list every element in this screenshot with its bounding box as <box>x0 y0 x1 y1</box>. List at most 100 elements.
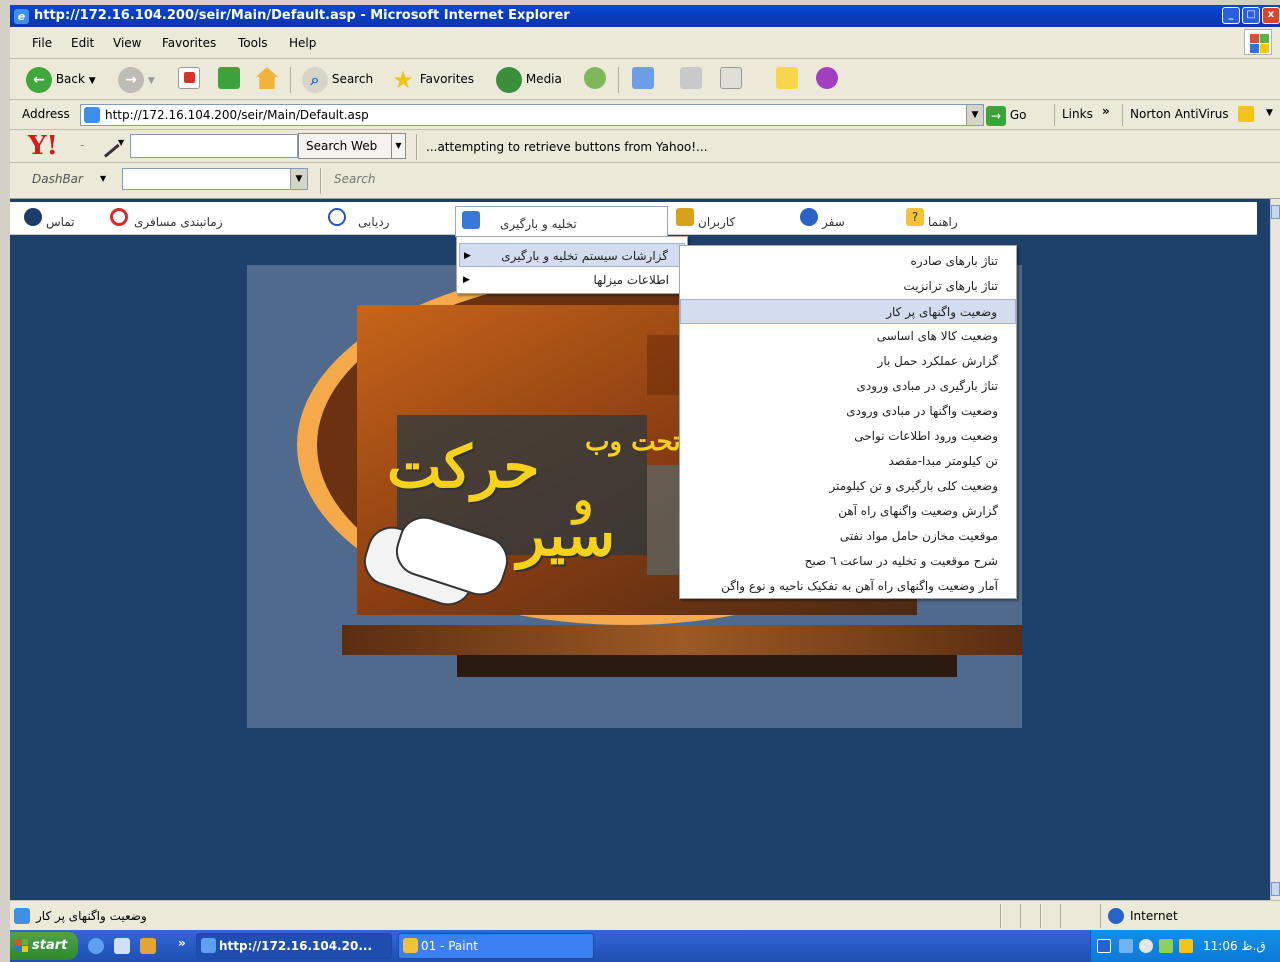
quicklaunch-chevron-icon[interactable]: » <box>178 936 186 950</box>
nav-contact[interactable]: تماس <box>24 202 84 235</box>
report-item[interactable]: تن کیلومتر مبدا-مقصد <box>680 449 1016 474</box>
norton-dropdown-icon[interactable]: ▼ <box>1266 108 1273 118</box>
menu-tools[interactable]: Tools <box>238 36 268 50</box>
taskbar-ie-button[interactable]: http://172.16.104.20... <box>196 933 392 959</box>
menu-item-table-info[interactable]: اطلاعات میزلها ▶ <box>459 268 685 292</box>
yahoo-search-input[interactable] <box>130 134 298 158</box>
quicklaunch-ie-icon[interactable] <box>88 938 104 954</box>
report-item[interactable]: وضعیت کالا های اساسی <box>680 324 1016 349</box>
forward-dropdown-icon[interactable]: ▼ <box>148 76 155 86</box>
mail-icon[interactable] <box>632 67 654 89</box>
links-label[interactable]: Links <box>1062 107 1093 121</box>
status-separator <box>1000 904 1001 928</box>
favorites-button[interactable]: ★ Favorites <box>390 65 474 93</box>
report-item[interactable]: وضعیت واگنها در مبادی ورودی <box>680 399 1016 424</box>
report-item-highlighted[interactable]: وضعیت واگنهای پر کار <box>680 299 1016 324</box>
banner-web-text: تحت وب <box>585 427 681 457</box>
window-title: http://172.16.104.200/seir/Main/Default.… <box>34 8 570 23</box>
report-item[interactable]: وضعیت کلی بارگیری و تن کیلومتر <box>680 474 1016 499</box>
refresh-icon[interactable] <box>218 67 240 89</box>
quicklaunch-desktop-icon[interactable] <box>114 938 130 954</box>
dashbar-label[interactable]: DashBar <box>32 172 83 186</box>
status-separator <box>1100 904 1101 928</box>
scroll-up-icon[interactable] <box>1271 205 1280 219</box>
site-navigation: تماس زمانبندی مسافری ردیابی تخلیه و بارگ… <box>10 202 1257 237</box>
stop-icon[interactable] <box>178 67 200 89</box>
dashbar-toolbar: DashBar ▼ ▼ Search <box>10 163 1280 199</box>
menu-favorites[interactable]: Favorites <box>162 36 216 50</box>
toolbar-separator <box>290 67 291 93</box>
taskbar-paint-button[interactable]: 01 - Paint <box>398 933 594 959</box>
print-icon[interactable] <box>680 67 702 89</box>
menu-edit[interactable]: Edit <box>71 36 94 50</box>
report-item[interactable]: وضعیت ورود اطلاعات نواحی <box>680 424 1016 449</box>
history-icon[interactable] <box>584 67 606 89</box>
maximize-button[interactable]: □ <box>1242 7 1260 24</box>
go-button[interactable]: → Go <box>986 104 1026 126</box>
report-item[interactable]: تناژ بارهای صادره <box>680 249 1016 274</box>
address-input[interactable]: http://172.16.104.200/seir/Main/Default.… <box>80 104 984 126</box>
menu-item-loading-reports[interactable]: گزارشات سیستم تخلیه و بارگیری ▶ <box>459 243 685 267</box>
norton-icon[interactable] <box>1238 106 1254 122</box>
dashbar-dropdown-icon[interactable]: ▼ <box>100 174 106 183</box>
media-button[interactable]: Media <box>496 65 562 93</box>
language-icon[interactable] <box>1097 939 1111 953</box>
report-item[interactable]: شرح موقعیت و تخلیه در ساعت ٦ صبح <box>680 549 1016 574</box>
yahoo-logo[interactable]: Y! <box>28 131 58 161</box>
nav-help-label: راهنما <box>928 215 958 229</box>
loading-icon <box>462 211 480 229</box>
norton-tray-icon[interactable] <box>1179 939 1193 953</box>
scroll-down-icon[interactable] <box>1271 882 1280 896</box>
yahoo-dash: - <box>80 138 85 152</box>
nav-users[interactable]: کاربران <box>676 202 756 235</box>
forward-button[interactable]: → ▼ <box>118 65 155 93</box>
favorites-label: Favorites <box>419 72 475 86</box>
menu-view[interactable]: View <box>113 36 141 50</box>
report-item[interactable]: تناژ بارهای ترانزیت <box>680 274 1016 299</box>
nav-passenger-schedule[interactable]: زمانبندی مسافری <box>110 202 250 235</box>
links-chevron-icon[interactable]: » <box>1102 104 1110 118</box>
nav-trip[interactable]: سفر <box>800 202 870 235</box>
nav-tracking[interactable]: ردیابی <box>328 202 408 235</box>
menu-help[interactable]: Help <box>289 36 316 50</box>
search-button[interactable]: ⌕ Search <box>302 65 373 93</box>
search-web-dropdown-icon[interactable]: ▼ <box>391 134 405 158</box>
toolbar-separator <box>1054 104 1055 126</box>
star-icon: ★ <box>392 65 414 94</box>
menu-file[interactable]: File <box>32 36 52 50</box>
network-icon[interactable] <box>1119 939 1133 953</box>
norton-label[interactable]: Norton AntiVirus <box>1130 107 1229 121</box>
nav-help[interactable]: ? راهنما <box>906 202 976 235</box>
back-dropdown-icon[interactable]: ▼ <box>89 76 96 86</box>
dashbar-search-button[interactable]: Search <box>334 172 376 186</box>
notes-icon[interactable] <box>776 67 798 89</box>
report-item[interactable]: گزارش عملکرد حمل بار <box>680 349 1016 374</box>
report-item[interactable]: آمار وضعیت واگنهای راه آهن به تفکیک ناحی… <box>680 574 1016 599</box>
pencil-icon[interactable] <box>94 132 120 158</box>
nav-loading-unloading[interactable]: تخلیه و بارگیری <box>455 206 668 237</box>
dashbar-input[interactable]: ▼ <box>122 168 308 190</box>
pencil-dropdown-icon[interactable]: ▼ <box>118 138 124 147</box>
address-url: http://172.16.104.200/seir/Main/Default.… <box>105 108 369 122</box>
report-item[interactable]: گزارش وضعیت واگنهای راه آهن <box>680 499 1016 524</box>
users-icon <box>676 208 694 226</box>
back-button[interactable]: ← Back ▼ <box>26 65 96 93</box>
vertical-scrollbar[interactable] <box>1270 199 1280 900</box>
messenger-icon[interactable] <box>816 67 838 89</box>
close-button[interactable]: x <box>1262 7 1280 24</box>
yahoo-status-text: ...attempting to retrieve buttons from Y… <box>426 140 708 154</box>
report-item[interactable]: موقعیت مخازن حامل مواد نفتی <box>680 524 1016 549</box>
address-bar: Address http://172.16.104.200/seir/Main/… <box>10 100 1280 130</box>
edit-icon[interactable] <box>720 67 742 89</box>
address-dropdown-icon[interactable]: ▼ <box>966 105 983 125</box>
quicklaunch-app-icon[interactable] <box>140 938 156 954</box>
volume-icon[interactable] <box>1139 939 1153 953</box>
tray-app-icon[interactable] <box>1159 939 1173 953</box>
minimize-button[interactable]: _ <box>1222 7 1240 24</box>
dashbar-input-dropdown-icon[interactable]: ▼ <box>290 169 307 189</box>
start-button[interactable]: start <box>10 932 78 960</box>
report-item[interactable]: تناژ بارگیری در مبادی ورودی <box>680 374 1016 399</box>
home-icon[interactable] <box>256 67 278 89</box>
nav-passenger-schedule-label: زمانبندی مسافری <box>134 215 223 229</box>
yahoo-search-web-button[interactable]: Search Web ▼ <box>298 133 406 159</box>
